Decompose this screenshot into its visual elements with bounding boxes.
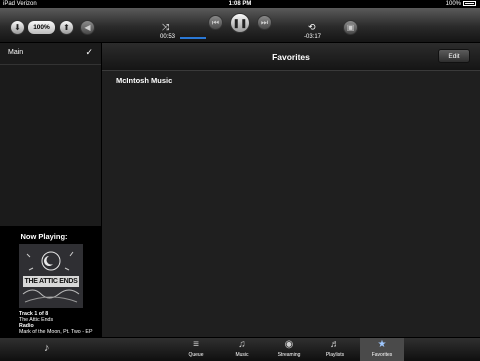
- volume-up-button[interactable]: ⬆: [59, 20, 74, 35]
- tab-label: Favorites: [371, 352, 393, 358]
- repeat-icon: ⟲: [308, 22, 316, 32]
- tab-label: Playlists: [325, 352, 345, 358]
- music-note-icon: ♫: [238, 339, 246, 350]
- zones-button[interactable]: ▣: [343, 20, 358, 35]
- album-title-art: THE ATTIC ENDS: [23, 276, 79, 287]
- skip-forward-icon: ⏭: [260, 18, 269, 27]
- tab-music[interactable]: ♫ Music: [220, 338, 264, 361]
- remaining-time: -03:17: [304, 34, 322, 40]
- arrow-up-icon: ⬆: [63, 23, 70, 32]
- sidebar-item-main[interactable]: Main ✓: [0, 43, 101, 65]
- transport-bar: ⬇ 100% ⬆ ◀ ⤨ 00:53 ⏮ ❚❚ ⏭ ⟲ -03:17 ▣: [0, 8, 480, 43]
- sidebar: Main ✓: [0, 43, 102, 226]
- now-playing-header: Now Playing:: [20, 232, 68, 241]
- battery-indicator: 100%: [446, 0, 476, 8]
- album-name: Mark of the Moon, Pt. Two - EP: [19, 329, 93, 335]
- now-playing-panel[interactable]: Now Playing: THE ATTIC ENDS Track 1 of 8…: [0, 226, 102, 337]
- status-bar: iPad Verizon 1:08 PM 100%: [0, 0, 480, 8]
- streaming-icon: ◉: [284, 339, 294, 350]
- tab-label: Streaming: [277, 352, 301, 358]
- tab-label: Queue: [188, 352, 204, 358]
- zones-icon: ▣: [346, 23, 355, 32]
- elapsed-time: 00:53: [160, 34, 176, 40]
- album-art: THE ATTIC ENDS: [19, 244, 83, 308]
- tab-queue[interactable]: ≡ Queue: [174, 338, 218, 361]
- shuffle-icon: ⤨: [162, 22, 170, 32]
- arrow-down-icon: ⬇: [14, 23, 21, 32]
- skip-back-icon: ⏮: [211, 18, 220, 27]
- previous-button[interactable]: ⏮: [208, 15, 223, 30]
- volume-down-button[interactable]: ⬇: [10, 20, 25, 35]
- list-item[interactable]: McIntosh Music: [116, 76, 172, 85]
- queue-icon: ≡: [193, 339, 199, 350]
- pause-button[interactable]: ❚❚: [230, 13, 250, 33]
- checkmark-icon: ✓: [85, 47, 93, 57]
- mute-button[interactable]: ◀: [80, 20, 95, 35]
- tab-playlists[interactable]: ♬ Playlists: [313, 338, 357, 361]
- speaker-icon: ◀: [84, 23, 91, 32]
- page-title: Favorites: [272, 52, 310, 62]
- shuffle-button[interactable]: ⤨: [162, 22, 169, 33]
- battery-icon: [463, 0, 476, 6]
- volume-level[interactable]: 100%: [28, 21, 55, 34]
- pause-icon: ❚❚: [232, 18, 248, 28]
- repeat-button[interactable]: ⟲: [308, 22, 316, 33]
- next-button[interactable]: ⏭: [257, 15, 272, 30]
- content-header: Favorites Edit: [102, 43, 480, 71]
- tab-bar: ♪ ≡ Queue ♫ Music ◉ Streaming ♬ Playlist…: [0, 337, 480, 361]
- battery-label: 100%: [445, 1, 461, 7]
- music-speaker-icon: ♪: [44, 342, 50, 354]
- tab-label: Music: [235, 352, 249, 358]
- volume-shortcut[interactable]: ♪: [0, 338, 101, 361]
- edit-button[interactable]: Edit: [438, 49, 470, 63]
- favorites-list: McIntosh Music: [102, 71, 480, 337]
- tab-favorites[interactable]: ★ Favorites: [360, 338, 404, 361]
- tab-streaming[interactable]: ◉ Streaming: [267, 338, 311, 361]
- playlists-icon: ♬: [330, 339, 340, 350]
- sidebar-item-label: Main: [8, 49, 24, 56]
- progress-bar[interactable]: [180, 37, 206, 39]
- clock: 1:08 PM: [228, 1, 252, 7]
- star-icon: ★: [377, 339, 387, 350]
